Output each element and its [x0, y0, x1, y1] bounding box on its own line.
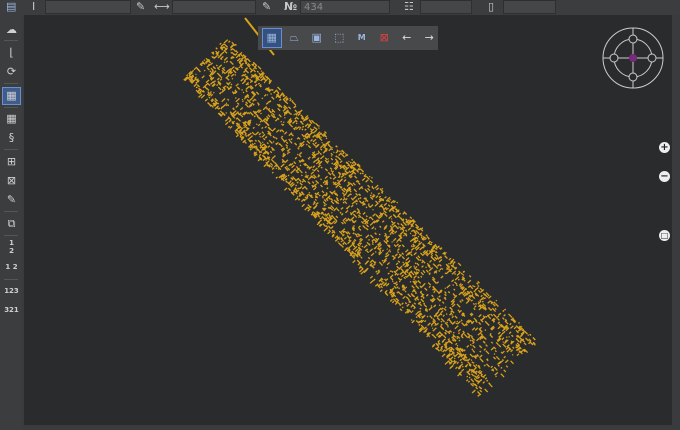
select-rect-icon[interactable]: ▦	[262, 28, 282, 48]
add-region-icon[interactable]: ⊞	[3, 154, 20, 170]
remove-region-icon[interactable]: ⊠	[3, 173, 20, 189]
field-4[interactable]	[420, 0, 472, 14]
field-2[interactable]	[172, 0, 256, 14]
number-field[interactable]: 434	[300, 0, 390, 14]
numbering-123-button[interactable]: 123	[3, 283, 20, 299]
pencil-icon[interactable]: ✎	[136, 0, 145, 14]
point-cloud-viewport[interactable]	[24, 15, 672, 425]
point-cloud-points	[183, 17, 536, 397]
width-icon: ⟷	[154, 0, 170, 13]
top-toolbar: I ✎ ⟷ ✎ № 434 ☷ ▯ ▤	[0, 0, 680, 15]
align-icon[interactable]: §	[3, 130, 20, 146]
axes-icon[interactable]: ⌊	[3, 45, 20, 61]
file-icon[interactable]: ▤	[6, 0, 16, 14]
rotate-icon[interactable]: ⟳	[3, 64, 20, 80]
navigation-compass[interactable]	[601, 26, 665, 90]
numbering-12-button[interactable]: 1 2	[3, 259, 20, 275]
zoom-fit-button[interactable]: □	[659, 230, 670, 241]
select-dashed-icon[interactable]: ⬚	[331, 29, 349, 47]
door-icon: ▯	[488, 0, 495, 13]
number-label: №	[284, 0, 298, 13]
select-perspective-icon[interactable]: ⏢	[286, 29, 304, 47]
arrow-right-icon[interactable]: →	[421, 29, 439, 47]
pencil-icon[interactable]: ✎	[262, 0, 271, 14]
select-inner-icon[interactable]: ▣	[308, 29, 326, 47]
zoom-in-button[interactable]: +	[659, 142, 670, 153]
fraction-button[interactable]: 12	[3, 239, 20, 255]
field-5[interactable]	[503, 0, 556, 14]
edit-region-icon[interactable]: ✎	[3, 192, 20, 208]
text-cursor-icon: I	[32, 0, 36, 13]
arrow-left-icon[interactable]: ←	[398, 29, 416, 47]
cloud-settings-icon[interactable]: ☁	[3, 22, 20, 38]
selection-toolbar: ▦ ⏢ ▣ ⬚ M ⊠ ← →	[258, 26, 438, 50]
grid-icon[interactable]: ▦	[3, 111, 20, 127]
select-area-icon[interactable]: ▦	[2, 87, 21, 105]
select-m-icon[interactable]: M	[353, 29, 371, 47]
numbering-321-button[interactable]: 321	[3, 302, 20, 318]
field-1[interactable]	[45, 0, 131, 14]
fraction-bottom: 2	[9, 247, 14, 255]
point-cloud	[183, 17, 536, 397]
clear-selection-icon[interactable]: ⊠	[376, 29, 394, 47]
ladder-icon: ☷	[404, 0, 414, 13]
zoom-out-button[interactable]: −	[659, 171, 670, 182]
fraction-top: 1	[9, 239, 14, 247]
left-toolbar: ☁ ⌊ ⟳ ▦ ▦ § ⊞ ⊠ ✎ ⧉ 12 1 2 123 321	[0, 15, 22, 430]
overlap-icon[interactable]: ⧉	[3, 216, 20, 232]
